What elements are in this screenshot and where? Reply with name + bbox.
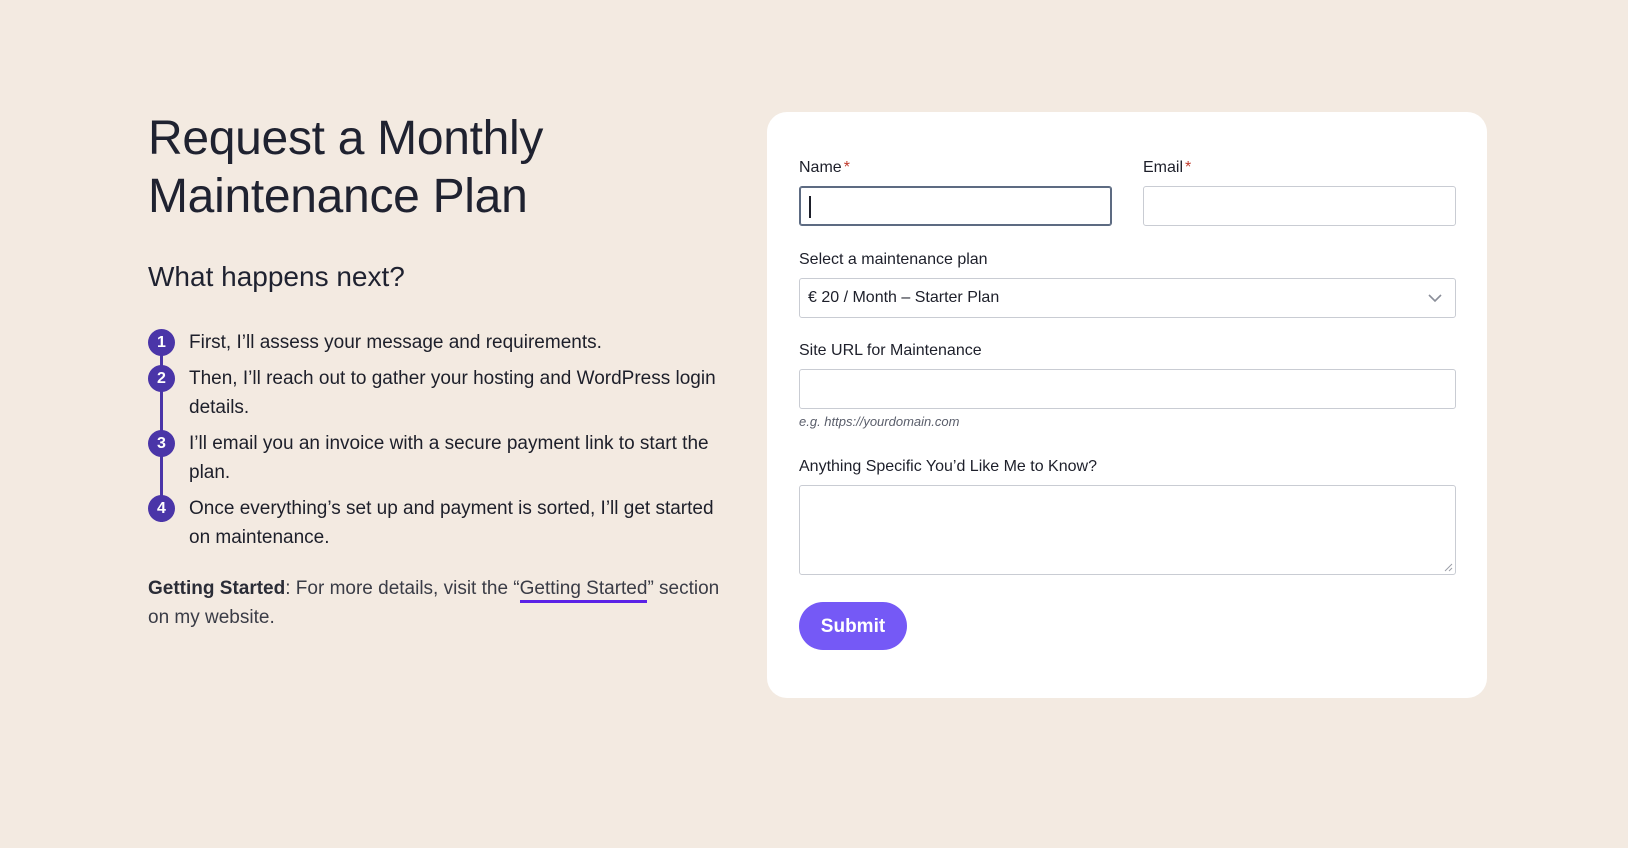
page: Request a Monthly Maintenance Plan What … (0, 0, 1628, 848)
site-url-hint: e.g. https://yourdomain.com (799, 414, 960, 429)
site-url-field[interactable] (799, 369, 1456, 409)
step-item: 2 Then, I’ll reach out to gather your ho… (148, 364, 734, 422)
name-label: Name * (799, 158, 850, 178)
resize-handle-icon[interactable] (1444, 563, 1453, 572)
steps-list: 1 First, I’ll assess your message and re… (148, 328, 734, 552)
step-text: Once everything’s set up and payment is … (189, 498, 714, 548)
required-mark: * (843, 159, 850, 176)
maintenance-request-form: Name * Email * Select a maintenance plan €… (767, 112, 1487, 698)
plan-selected-value: € 20 / Month – Starter Plan (808, 289, 1000, 306)
step-number-badge: 1 (148, 329, 175, 356)
plan-select[interactable]: € 20 / Month – Starter Plan (799, 278, 1456, 318)
email-label: Email * (1143, 158, 1191, 178)
name-label-text: Name (799, 159, 842, 176)
step-number-badge: 2 (148, 365, 175, 392)
step-number-badge: 3 (148, 430, 175, 457)
submit-button[interactable]: Submit (799, 602, 907, 650)
note-text-before: : For more details, visit the “ (285, 578, 520, 599)
email-label-text: Email (1143, 159, 1184, 176)
next-steps-heading: What happens next? (148, 261, 405, 292)
intro-section: Request a Monthly Maintenance Plan What … (148, 110, 734, 632)
getting-started-link[interactable]: Getting Started (519, 578, 648, 603)
step-text: Then, I’ll reach out to gather your host… (189, 368, 716, 418)
email-field[interactable] (1143, 186, 1456, 226)
text-cursor (809, 196, 811, 218)
step-number-badge: 4 (148, 495, 175, 522)
step-item: 1 First, I’ll assess your message and re… (148, 328, 734, 357)
chevron-down-icon (1428, 294, 1442, 303)
name-field[interactable] (799, 186, 1112, 226)
getting-started-note: Getting Started: For more details, visit… (148, 574, 734, 632)
page-title-line-2: Maintenance Plan (148, 170, 528, 223)
message-textarea[interactable] (799, 485, 1456, 575)
message-label: Anything Specific You’d Like Me to Know? (799, 458, 1097, 475)
required-mark: * (1185, 159, 1192, 176)
step-item: 3 I’ll email you an invoice with a secur… (148, 429, 734, 487)
plan-label: Select a maintenance plan (799, 251, 988, 268)
step-text: First, I’ll assess your message and requ… (189, 332, 602, 353)
page-title-line-1: Request a Monthly (148, 112, 544, 165)
getting-started-bold: Getting Started (148, 578, 286, 599)
page-title: Request a Monthly Maintenance Plan (148, 110, 734, 226)
step-text: I’ll email you an invoice with a secure … (189, 433, 709, 483)
site-url-label: Site URL for Maintenance (799, 342, 982, 359)
step-item: 4 Once everything’s set up and payment i… (148, 494, 734, 552)
